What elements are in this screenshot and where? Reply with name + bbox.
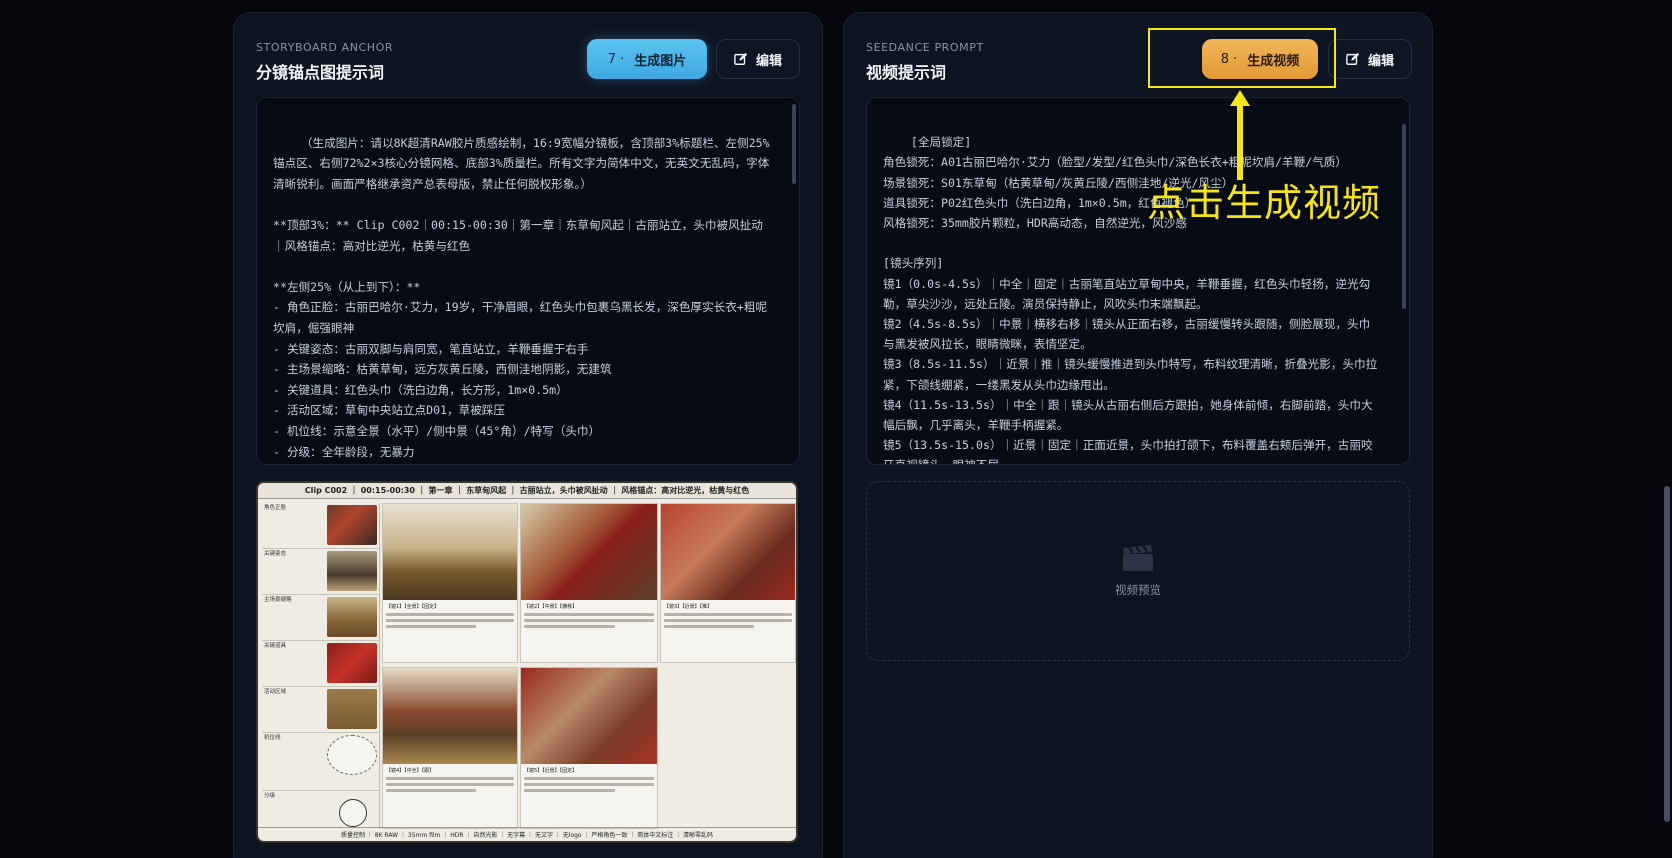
anchor-section: 关键姿态: [262, 549, 379, 595]
anchor-section: 主场景缩略: [262, 595, 379, 641]
video-prompt-textarea[interactable]: [全局锁定] 角色锁死：A01古丽巴哈尔·艾力（脸型/发型/红色头巾/深色长衣+…: [866, 97, 1410, 465]
storyboard-shot: 【镜2】【中景】【横移】: [520, 503, 658, 663]
anchor-section: 机位线: [262, 733, 379, 791]
edit-label: 编辑: [755, 53, 782, 69]
annotation-highlight-box: [1148, 28, 1336, 88]
storyboard-shot: 【镜5】【近景】【固定】: [520, 667, 658, 829]
panel-eyebrow: SEEDANCE PROMPT: [866, 41, 984, 54]
seedance-prompt-panel: SEEDANCE PROMPT 视频提示词 8 · 生成视频 编辑 [全局锁定]…: [843, 12, 1433, 858]
textarea-scrollbar[interactable]: [1402, 124, 1406, 309]
edit-button[interactable]: 编辑: [716, 39, 800, 79]
anchor-section: 关键道具: [262, 641, 379, 687]
edit-button[interactable]: 编辑: [1328, 39, 1412, 79]
clapperboard-icon: [1123, 545, 1153, 571]
generate-image-button[interactable]: 7 · 生成图片: [587, 39, 707, 79]
panel-eyebrow: STORYBOARD ANCHOR: [256, 41, 394, 54]
storyboard-shot: 【镜1】【全景】【固定】: [382, 503, 518, 663]
storyboard-anchor-column: 角色正脸 关键姿态 主场景缩略 关键道具 活动区域 机位线 分级: [262, 503, 380, 829]
anchor-section: 活动区域: [262, 687, 379, 733]
page-scrollbar[interactable]: [1664, 486, 1670, 822]
textarea-scrollbar[interactable]: [792, 104, 796, 184]
video-preview-placeholder: 视频预览: [866, 481, 1410, 661]
annotation-arrow-icon: [1230, 90, 1250, 180]
step-number: 7 ·: [607, 51, 625, 67]
storyboard-shot: 【镜3】【近景】【推】: [660, 503, 796, 663]
image-prompt-textarea[interactable]: （生成图片：请以8K超清RAW胶片质感绘制，16:9宽幅分镜板，含顶部3%标题栏…: [256, 97, 800, 465]
storyboard-header: Clip C002 ｜ 00:15-00:30 ｜ 第一章 ｜ 东草甸风起 ｜ …: [258, 483, 796, 499]
edit-icon: [734, 52, 748, 65]
storyboard-footer: 质量控制 ｜ 8K RAW ｜ 35mm film ｜ HDR ｜ 自然光影 ｜…: [258, 827, 796, 841]
storyboard-image[interactable]: Clip C002 ｜ 00:15-00:30 ｜ 第一章 ｜ 东草甸风起 ｜ …: [256, 481, 798, 843]
storyboard-anchor-panel: STORYBOARD ANCHOR 分镜锚点图提示词 7 · 生成图片 编辑 （…: [233, 12, 823, 858]
annotation-text: 点击生成视频: [1147, 181, 1382, 225]
video-preview-label: 视频预览: [1115, 583, 1161, 597]
panel-title: 视频提示词: [866, 63, 947, 82]
anchor-section: 角色正脸: [262, 503, 379, 549]
panel-title: 分镜锚点图提示词: [256, 63, 385, 82]
edit-icon: [1346, 52, 1360, 65]
edit-label: 编辑: [1367, 53, 1394, 69]
image-prompt-text: （生成图片：请以8K超清RAW胶片质感绘制，16:9宽幅分镜板，含顶部3%标题栏…: [273, 135, 770, 459]
generate-image-label: 生成图片: [634, 53, 687, 69]
storyboard-shot: 【镜4】【中全】【跟】: [382, 667, 518, 829]
storyboard-shot-grid: 【镜1】【全景】【固定】 【镜2】【中景】【横移】 【镜3】【近景】【推】 【镜…: [382, 503, 796, 829]
